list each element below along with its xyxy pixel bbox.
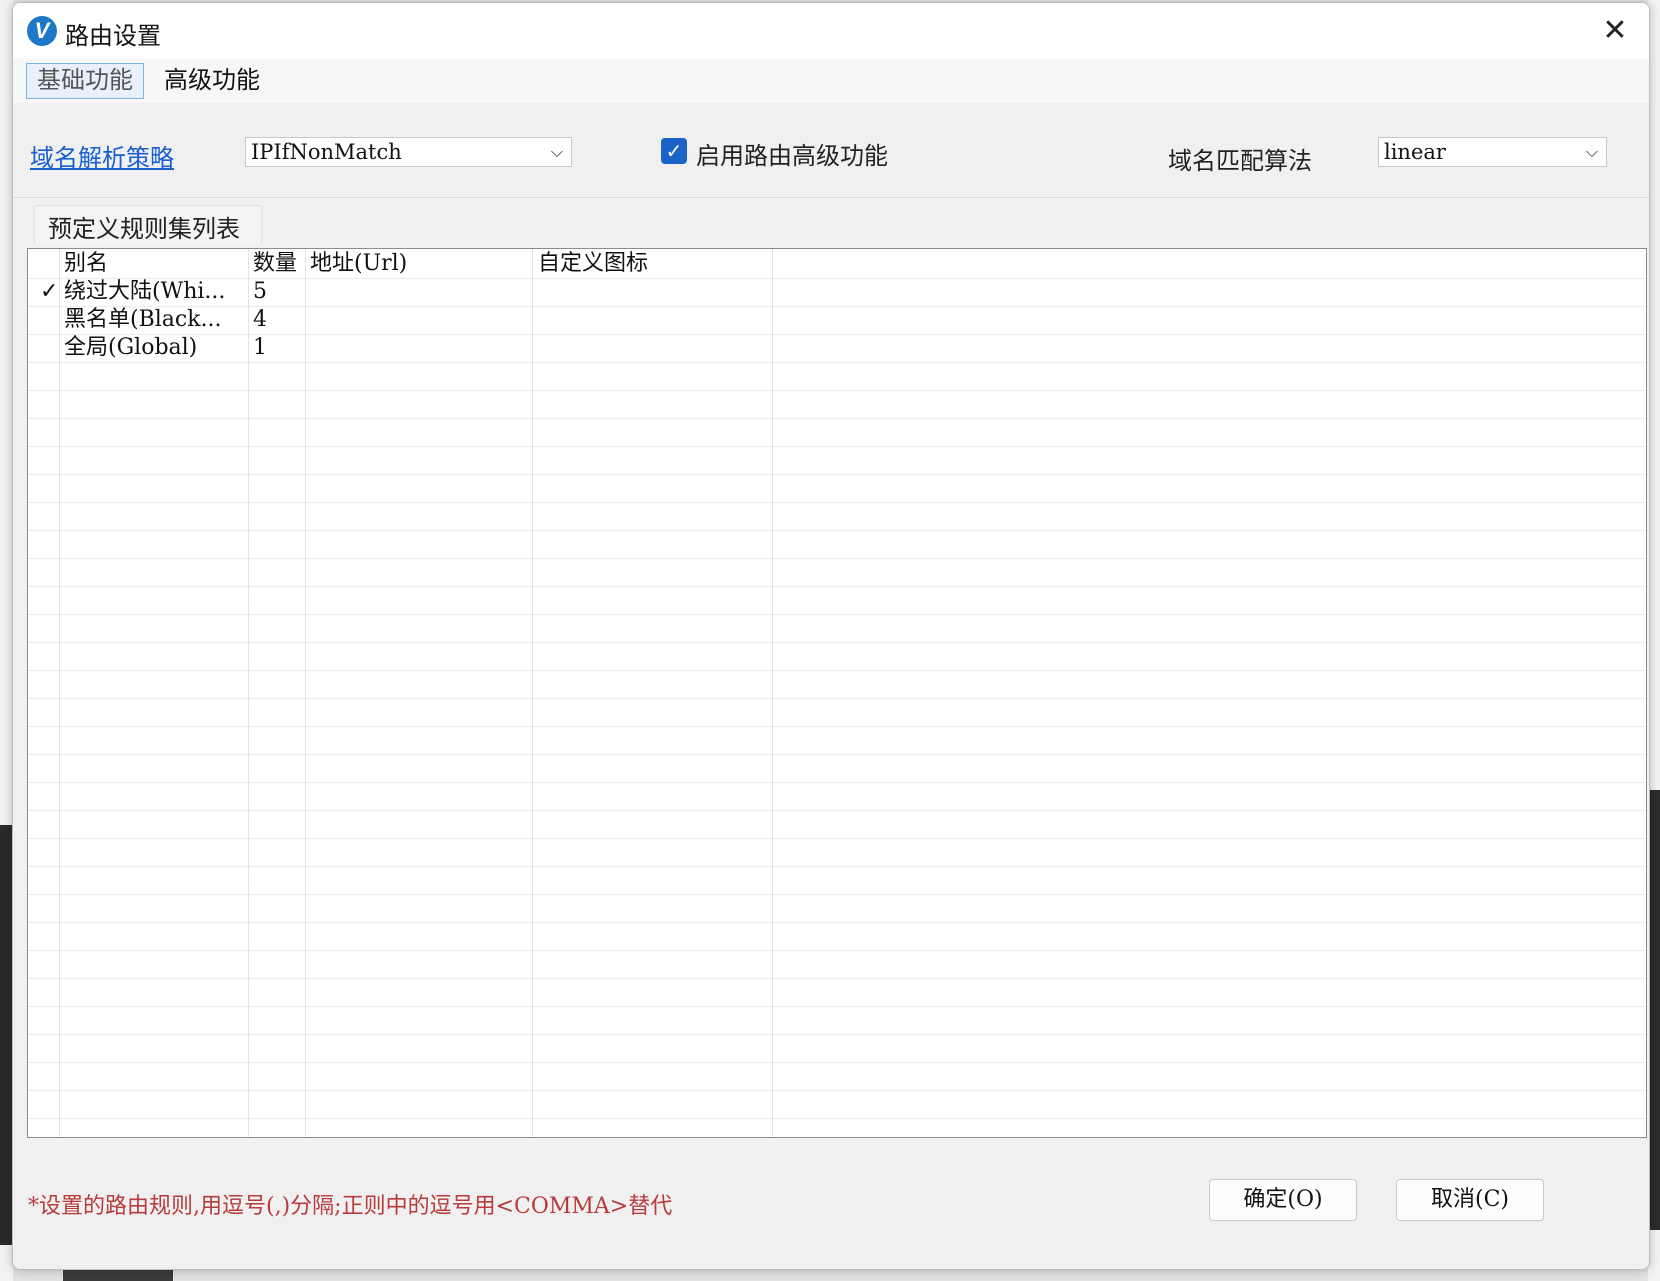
table-row-count[interactable]: 4: [253, 306, 267, 334]
tab-basic[interactable]: 基础功能: [26, 63, 144, 99]
grid-column-line: [305, 249, 306, 1137]
table-row-alias[interactable]: 绕过大陆(Whi...: [64, 278, 225, 306]
dns-strategy-value: IPIfNonMatch: [251, 140, 402, 164]
grid-row-line: [28, 306, 1646, 307]
dns-strategy-select[interactable]: IPIfNonMatch ⌵: [245, 137, 572, 167]
grid-row-line: [28, 642, 1646, 643]
title-bar: V 路由设置 ✕: [13, 3, 1649, 59]
table-row-alias[interactable]: 全局(Global): [64, 334, 197, 362]
table-row-count[interactable]: 5: [253, 278, 267, 306]
grid-row-line: [28, 418, 1646, 419]
chevron-down-icon: ⌵: [550, 142, 563, 161]
grid-row-line: [28, 1118, 1646, 1119]
close-icon[interactable]: ✕: [1591, 11, 1639, 51]
tab-strip: 基础功能 高级功能: [13, 59, 1649, 103]
grid-row-line: [28, 278, 1646, 279]
cancel-button[interactable]: 取消(C): [1396, 1179, 1544, 1221]
column-header-icon[interactable]: 自定义图标: [538, 250, 648, 278]
grid-column-line: [248, 249, 249, 1137]
v-logo-icon: V: [27, 16, 57, 46]
routing-rule-note: *设置的路由规则,用逗号(,)分隔;正则中的逗号用<COMMA>替代: [28, 1194, 673, 1219]
grid-row-line: [28, 922, 1646, 923]
grid-row-line: [28, 614, 1646, 615]
grid-row-line: [28, 978, 1646, 979]
grid-row-line: [28, 530, 1646, 531]
chevron-down-icon: ⌵: [1585, 142, 1598, 161]
tab-advanced[interactable]: 高级功能: [153, 63, 271, 99]
grid-row-line: [28, 1034, 1646, 1035]
grid-row-line: [28, 838, 1646, 839]
grid-row-line: [28, 558, 1646, 559]
grid-row-line: [28, 950, 1646, 951]
match-algorithm-label: 域名匹配算法: [1168, 148, 1312, 175]
grid-row-line: [28, 474, 1646, 475]
grid-row-line: [28, 1090, 1646, 1091]
grid-row-line: [28, 586, 1646, 587]
rules-section-title: 预定义规则集列表: [48, 216, 240, 243]
ok-button[interactable]: 确定(O): [1209, 1179, 1357, 1221]
checkbox-checked-icon: ✓: [661, 138, 687, 164]
table-row-count[interactable]: 1: [253, 334, 267, 362]
grid-column-line: [59, 249, 60, 1137]
grid-row-line: [28, 1062, 1646, 1063]
grid-row-line: [28, 670, 1646, 671]
grid-row-line: [28, 866, 1646, 867]
grid-row-line: [28, 894, 1646, 895]
grid-row-line: [28, 502, 1646, 503]
column-header-alias[interactable]: 别名: [64, 250, 108, 278]
grid-row-line: [28, 810, 1646, 811]
rules-table: 别名 数量 地址(Url) 自定义图标 ✓ 绕过大陆(Whi... 5 黑名单(…: [27, 248, 1647, 1138]
enable-advanced-label: 启用路由高级功能: [696, 143, 888, 170]
table-row-alias[interactable]: 黑名单(Black...: [64, 306, 222, 334]
match-algorithm-select[interactable]: linear ⌵: [1378, 137, 1607, 167]
routing-settings-dialog: V 路由设置 ✕ 基础功能 高级功能 域名解析策略 IPIfNonMatch ⌵…: [12, 2, 1650, 1270]
grid-column-line: [772, 249, 773, 1137]
grid-row-line: [28, 390, 1646, 391]
grid-row-line: [28, 726, 1646, 727]
grid-row-line: [28, 362, 1646, 363]
grid-row-line: [28, 754, 1646, 755]
divider: [13, 197, 1649, 198]
grid-row-line: [28, 446, 1646, 447]
grid-row-line: [28, 334, 1646, 335]
grid-row-line: [28, 782, 1646, 783]
column-header-count[interactable]: 数量: [253, 250, 297, 278]
dialog-title: 路由设置: [65, 23, 161, 50]
column-header-url[interactable]: 地址(Url): [310, 250, 407, 278]
row-check-icon: ✓: [40, 279, 59, 304]
grid-row-line: [28, 1006, 1646, 1007]
grid-column-line: [532, 249, 533, 1137]
dns-strategy-link[interactable]: 域名解析策略: [30, 138, 174, 173]
grid-row-line: [28, 698, 1646, 699]
match-algorithm-value: linear: [1384, 140, 1446, 164]
